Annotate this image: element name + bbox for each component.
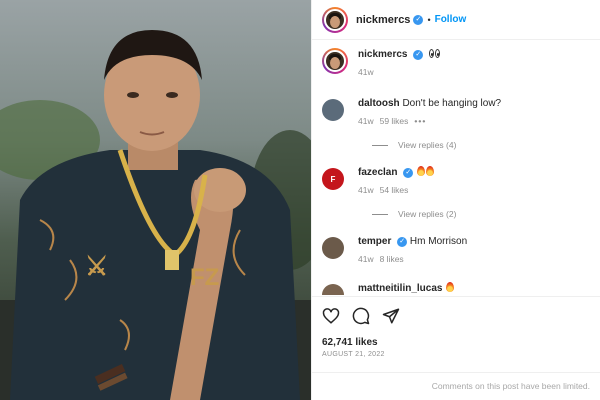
separator-dot: • — [427, 14, 431, 25]
comment-likes[interactable]: 54 likes — [380, 185, 409, 195]
view-replies-button[interactable]: View replies (4) — [372, 140, 590, 150]
comment-item: F fazeclan ✓ 41w 54 likes — [322, 166, 590, 195]
comment-text: Don't be hanging low? — [402, 98, 502, 109]
view-replies-label: View replies (4) — [398, 140, 457, 150]
author-username[interactable]: nickmercs — [356, 14, 410, 26]
comment-text: Hm Morrison — [409, 236, 468, 247]
comment-item: mattneitilin_lucas — [322, 282, 590, 295]
comment-likes[interactable]: 59 likes — [380, 116, 409, 126]
more-options-icon[interactable]: ••• — [414, 116, 426, 126]
follow-button[interactable]: Follow — [435, 14, 467, 25]
fire-emoji-icon — [426, 166, 435, 176]
comment-username[interactable]: temper — [358, 236, 391, 247]
caption-username[interactable]: nickmercs — [358, 49, 407, 60]
fire-emoji-icon — [417, 166, 426, 176]
post-details-panel: nickmercs ✓ • Follow nickmercs ✓ 41w dal… — [311, 0, 600, 400]
caption: nickmercs ✓ 41w — [322, 48, 590, 77]
comment-time: 41w — [358, 254, 374, 264]
svg-text:FZ: FZ — [190, 264, 219, 291]
comment-time: 41w — [358, 116, 374, 126]
paper-plane-icon[interactable] — [382, 307, 400, 325]
comment-avatar[interactable] — [322, 284, 344, 295]
verified-badge-icon: ✓ — [413, 50, 424, 60]
comment-time: 41w — [358, 185, 374, 195]
eyes-emoji-icon — [429, 49, 441, 58]
verified-badge-icon: ✓ — [403, 168, 414, 178]
author-avatar[interactable] — [322, 6, 348, 33]
comment-username[interactable]: mattneitilin_lucas — [358, 283, 442, 294]
post-image: ⚔ FZ — [0, 0, 311, 400]
comment-username[interactable]: fazeclan — [358, 167, 397, 178]
comment-username[interactable]: daltoosh — [358, 98, 400, 109]
post-actions: 62,741 likes AUGUST 21, 2022 — [312, 296, 600, 358]
post-header: nickmercs ✓ • Follow — [312, 0, 600, 40]
comment-avatar[interactable] — [322, 237, 344, 259]
view-replies-button[interactable]: View replies (2) — [372, 209, 590, 219]
view-replies-label: View replies (2) — [398, 209, 457, 219]
verified-badge-icon: ✓ — [413, 14, 424, 25]
comment-item: temper ✓ Hm Morrison 41w 8 likes — [322, 235, 590, 264]
verified-badge-icon: ✓ — [397, 237, 408, 247]
comment-avatar[interactable]: F — [322, 168, 344, 190]
caption-time: 41w — [358, 67, 374, 77]
svg-text:⚔: ⚔ — [85, 251, 108, 281]
post-date: AUGUST 21, 2022 — [322, 351, 385, 358]
comment-icon[interactable] — [352, 307, 370, 325]
fire-emoji-icon — [446, 282, 455, 292]
caption-avatar[interactable] — [322, 48, 348, 74]
comments-list[interactable]: nickmercs ✓ 41w daltoosh Don't be hangin… — [312, 40, 600, 295]
comment-item: daltoosh Don't be hanging low? 41w 59 li… — [322, 97, 590, 126]
comments-limited-notice: Comments on this post have been limited. — [312, 372, 600, 400]
comment-likes[interactable]: 8 likes — [380, 254, 404, 264]
likes-count[interactable]: 62,741 likes — [322, 337, 590, 348]
comment-avatar[interactable] — [322, 99, 344, 121]
heart-icon[interactable] — [322, 307, 340, 325]
